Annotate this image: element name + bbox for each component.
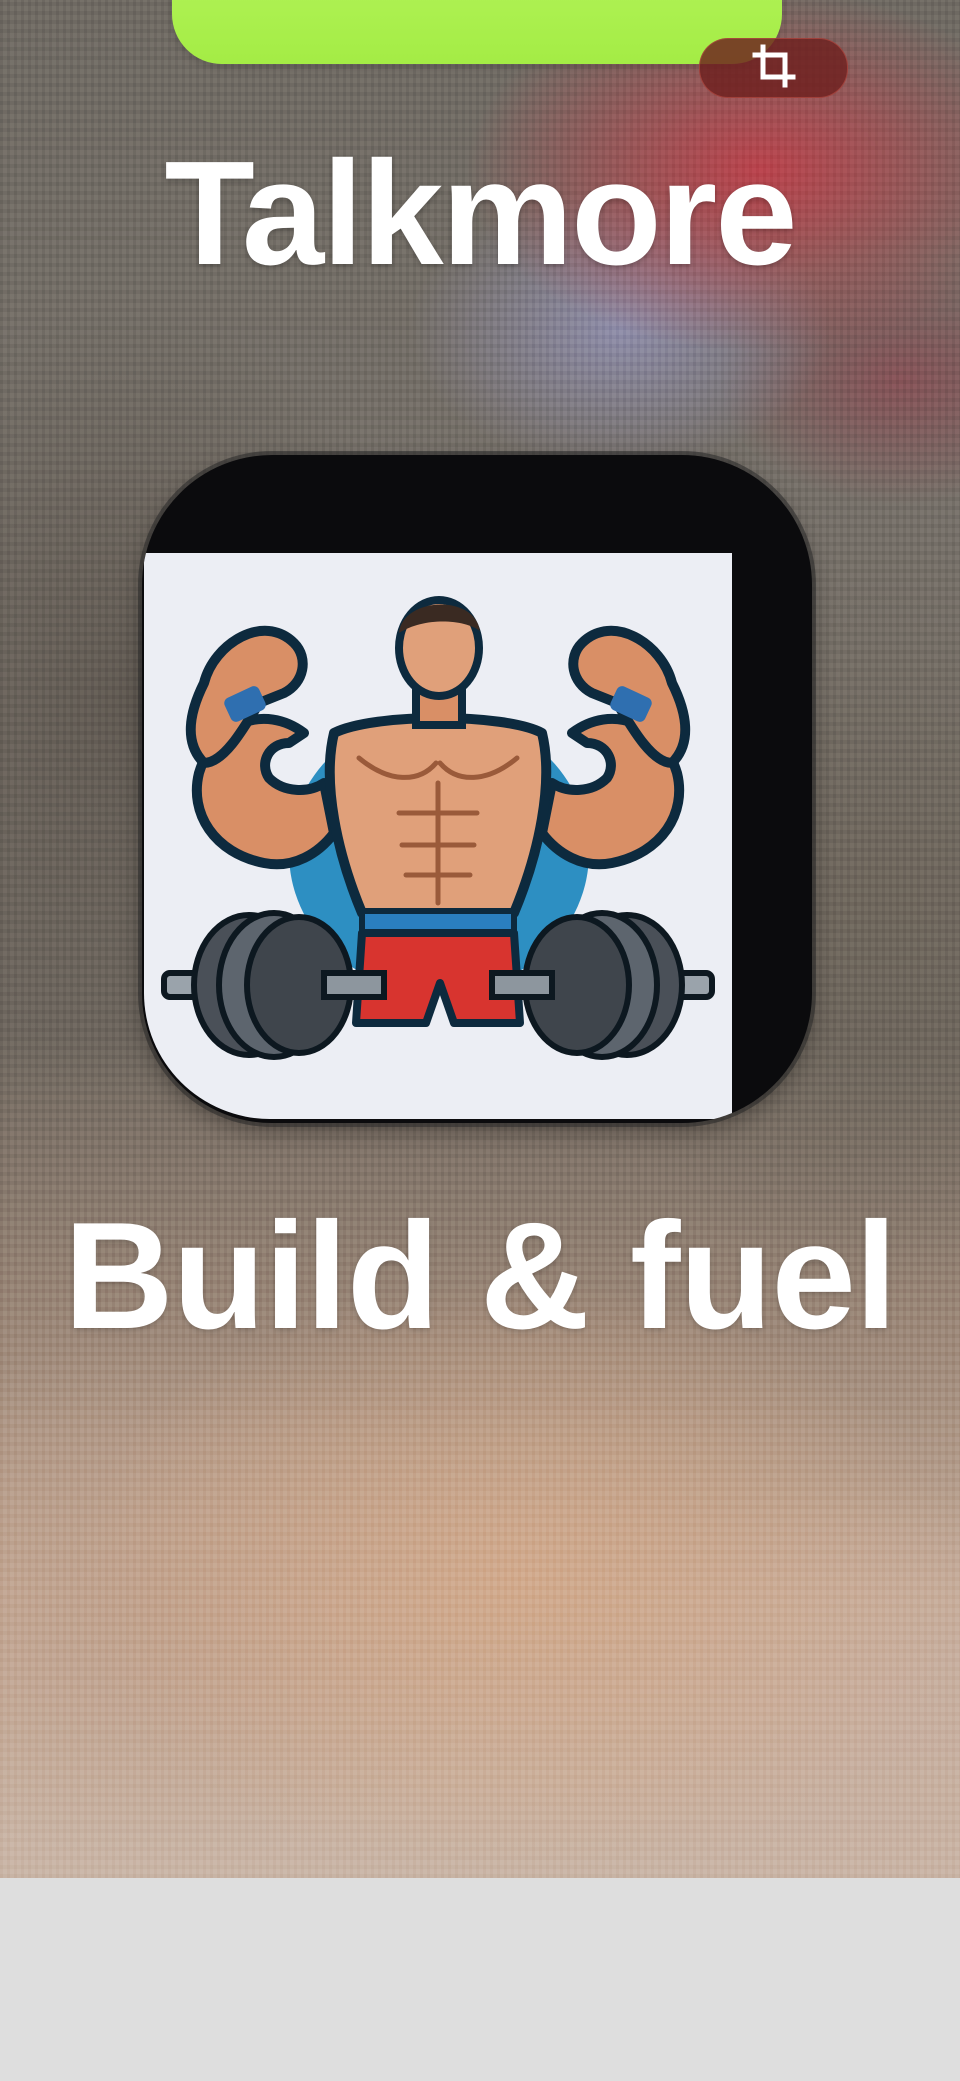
crop-button[interactable] bbox=[699, 38, 848, 98]
crop-icon bbox=[751, 43, 797, 94]
screen: Talkmore Build & fuel bbox=[0, 0, 960, 2081]
app-icon[interactable] bbox=[142, 455, 812, 1123]
green-pill-banner[interactable] bbox=[172, 0, 782, 64]
app-title: Talkmore bbox=[164, 131, 797, 296]
bottom-bar bbox=[0, 1878, 960, 2081]
tagline: Build & fuel bbox=[63, 1191, 897, 1361]
bodybuilder-dumbbell-logo-icon bbox=[144, 553, 732, 1119]
